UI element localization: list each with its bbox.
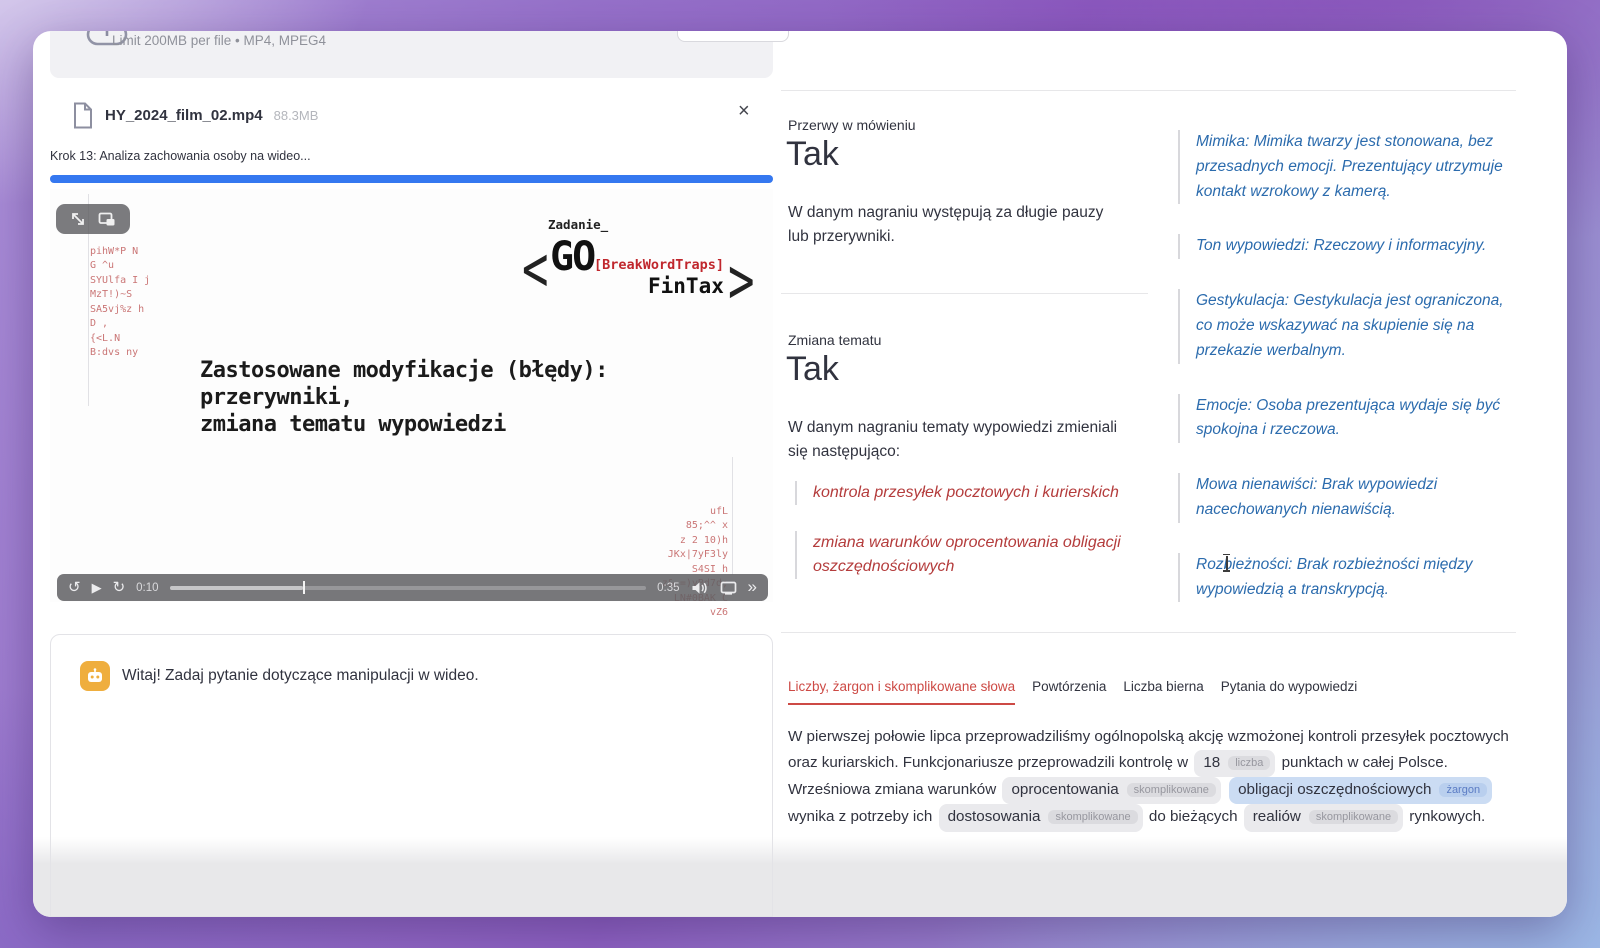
video-player[interactable]: pihW*P NG ^uSYUlfa I jMzT!)~SSA5vj%z hD … xyxy=(50,189,773,602)
metric-pauses-label: Przerwy w mówieniu xyxy=(788,117,916,133)
metric-topic-change-value: Tak xyxy=(786,350,839,389)
transcript-paragraph: W pierwszej połowie lipca przeprowadzili… xyxy=(788,724,1528,832)
topic-change-quotes: kontrola przesyłek pocztowych i kuriersk… xyxy=(795,481,1155,605)
highlight-word: dostosowania xyxy=(948,808,1041,825)
seek-slider-handle[interactable] xyxy=(303,581,306,594)
highlight-word: oprocentowania xyxy=(1011,781,1118,798)
picture-in-picture-icon[interactable] xyxy=(98,212,116,227)
app-window: Limit 200MB per file • MP4, MPEG4 Browse… xyxy=(33,31,1567,917)
highlight-gray: oprocentowania skomplikowane xyxy=(1002,777,1220,804)
logo-fintax-text: FinTax xyxy=(648,274,724,298)
seek-slider[interactable] xyxy=(170,586,647,590)
tab[interactable]: Liczby, żargon i skomplikowane słowa xyxy=(788,679,1015,705)
video-task-label: Zadanie_ xyxy=(548,217,608,232)
progress-bar xyxy=(50,175,773,183)
behavior-note: Ton wypowiedzi: Rzeczowy i informacyjny. xyxy=(1178,234,1520,259)
file-size: 88.3MB xyxy=(274,108,319,123)
volume-icon[interactable] xyxy=(691,581,709,595)
assistant-robot-icon xyxy=(80,661,110,691)
metric-topic-change-label: Zmiana tematu xyxy=(788,332,881,348)
metric-pauses-value: Tak xyxy=(786,135,839,174)
metric-pauses-description: W danym nagraniu występują za długie pau… xyxy=(788,201,1118,249)
highlight-gray: dostosowania skomplikowane xyxy=(939,804,1143,831)
behavior-note: Mowa nienawiści: Brak wypowiedzi nacecho… xyxy=(1178,473,1520,523)
video-glitch-divider-right xyxy=(732,457,733,575)
logo-go-text: GO xyxy=(550,234,594,280)
metric-topic-change-description: W danym nagraniu tematy wypowiedzi zmien… xyxy=(788,416,1136,464)
logo-breakwordtraps-text: [BreakWordTraps] xyxy=(594,257,724,273)
topic-quote: zmiana warunków oprocentowania obligacji… xyxy=(795,531,1155,579)
video-caption-line: zmiana tematu wypowiedzi xyxy=(200,411,608,438)
video-caption-line: przerywniki, xyxy=(200,384,608,411)
progress-status-text: Krok 13: Analiza zachowania osoby na wid… xyxy=(50,149,311,163)
behavior-note: Mimika: Mimika twarzy jest stonowana, be… xyxy=(1178,130,1520,204)
divider xyxy=(781,632,1516,633)
behavior-note: Gestykulacja: Gestykulacja jest ogranicz… xyxy=(1178,289,1520,363)
highlight-category: skomplikowane xyxy=(1127,783,1216,797)
highlight-gray: realiów skomplikowane xyxy=(1244,804,1403,831)
video-control-bar: ↺ ▶ ↻ 0:10 0:35 » xyxy=(57,574,768,601)
remove-file-icon[interactable]: × xyxy=(738,101,750,121)
file-dropzone[interactable]: Limit 200MB per file • MP4, MPEG4 Browse… xyxy=(50,31,773,78)
upload-limit-text: Limit 200MB per file • MP4, MPEG4 xyxy=(112,33,326,48)
rewind-10-icon[interactable]: ↺ xyxy=(68,580,81,595)
highlight-gray: 18 liczba xyxy=(1194,750,1275,777)
tab[interactable]: Liczba bierna xyxy=(1123,679,1203,705)
file-icon xyxy=(72,102,94,129)
browse-files-button[interactable]: Browse files xyxy=(677,31,789,42)
video-caption: Zastosowane modyfikacje (błędy): przeryw… xyxy=(200,357,608,438)
video-caption-line: Zastosowane modyfikacje (błędy): xyxy=(200,357,608,384)
behavior-note: Emocje: Osoba prezentująca wydaje się by… xyxy=(1178,394,1520,444)
tab[interactable]: Pytania do wypowiedzi xyxy=(1221,679,1358,705)
fullscreen-icon[interactable] xyxy=(70,211,86,227)
logo-left-angle: < xyxy=(522,233,549,307)
progress-bar-fill xyxy=(50,175,773,183)
uploaded-file-row: HY_2024_film_02.mp4 88.3MB xyxy=(72,102,318,129)
highlight-word: obligacji oszczędnościowych xyxy=(1238,781,1431,798)
highlight-category: skomplikowane xyxy=(1048,810,1137,824)
playback-options-icon[interactable]: » xyxy=(748,578,757,595)
cast-screen-icon[interactable] xyxy=(720,581,737,595)
breakwordtraps-fintax-logo: < GO [BreakWordTraps] FinTax > xyxy=(522,234,782,304)
highlight-word: 18 xyxy=(1203,754,1220,771)
logo-right-angle: > xyxy=(728,245,755,319)
analysis-tabs: Liczby, żargon i skomplikowane słowa Powt… xyxy=(788,679,1357,705)
highlight-category: skomplikowane xyxy=(1309,810,1398,824)
text-cursor xyxy=(1222,554,1231,572)
highlight-blue: obligacji oszczędnościowych żargon xyxy=(1229,777,1492,804)
seek-slider-fill xyxy=(170,586,303,590)
highlight-category: liczba xyxy=(1228,756,1270,770)
chat-welcome-message: Witaj! Zadaj pytanie dotyczące manipulac… xyxy=(122,667,479,685)
highlight-category: żargon xyxy=(1439,783,1487,797)
tab[interactable]: Powtórzenia xyxy=(1032,679,1106,705)
video-overlay-buttons xyxy=(56,204,130,234)
file-name: HY_2024_film_02.mp4 xyxy=(105,107,263,124)
divider xyxy=(781,90,1516,91)
total-duration: 0:35 xyxy=(657,582,679,594)
divider xyxy=(781,293,1148,294)
forward-10-icon[interactable]: ↻ xyxy=(113,580,126,595)
topic-quote: kontrola przesyłek pocztowych i kuriersk… xyxy=(795,481,1155,505)
current-time: 0:10 xyxy=(136,582,158,594)
play-icon[interactable]: ▶ xyxy=(92,581,102,594)
highlight-word: realiów xyxy=(1253,808,1301,825)
